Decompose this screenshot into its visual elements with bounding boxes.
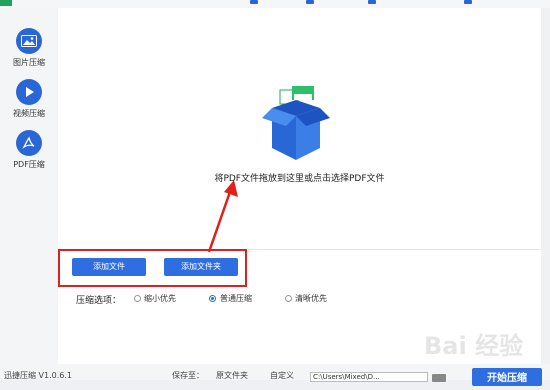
pdf-icon <box>16 130 42 156</box>
radio-smaller[interactable] <box>134 295 141 302</box>
sidebar-item-label: 视频压缩 <box>13 109 45 118</box>
save-to-label: 保存至： <box>172 371 204 380</box>
watermark: Bai 经验 <box>424 326 544 366</box>
radio-normal[interactable] <box>209 295 216 302</box>
save-path-input[interactable]: C:\Users\Mixed\D... <box>310 372 428 382</box>
top-tab-icon[interactable] <box>306 0 314 4</box>
annotation-arrow <box>207 180 238 253</box>
add-folder-button[interactable]: 添加文件夹 <box>164 258 238 276</box>
folder-icon[interactable] <box>432 374 446 382</box>
radio-clearer[interactable] <box>285 295 292 302</box>
version-text: 迅捷压缩 V1.0.6.1 <box>4 371 73 380</box>
radio-original-folder[interactable]: 原文件夹 <box>216 370 248 381</box>
compress-options-label: 压缩选项： <box>76 296 122 306</box>
title-bar <box>0 0 550 8</box>
sidebar-item-video[interactable]: 视频压缩 <box>0 79 58 119</box>
add-file-button[interactable]: 添加文件 <box>72 258 146 276</box>
image-icon <box>16 28 42 54</box>
start-compress-button[interactable]: 开始压缩 <box>472 368 542 386</box>
top-tab-icon[interactable] <box>464 0 472 4</box>
radio-label: 普通压缩 <box>220 294 252 303</box>
sidebar-item-pdf[interactable]: PDF压缩 <box>0 130 58 170</box>
app-logo <box>0 0 12 6</box>
play-icon <box>16 79 42 105</box>
sidebar-item-label: 图片压缩 <box>13 58 45 67</box>
right-scroll-edge <box>541 8 550 364</box>
sidebar: 图片压缩 视频压缩 PDF压缩 <box>0 8 58 364</box>
top-tab-icon[interactable] <box>250 0 258 4</box>
sidebar-item-label: PDF压缩 <box>13 160 45 169</box>
radio-custom-folder[interactable]: 自定义 <box>270 370 294 381</box>
radio-label: 缩小优先 <box>144 294 176 303</box>
radio-label: 清晰优先 <box>295 294 327 303</box>
watermark-text: Bai 经验 <box>424 332 524 360</box>
top-tab-icon[interactable] <box>368 0 376 4</box>
bottom-bar: 迅捷压缩 V1.0.6.1 保存至： 原文件夹 自定义 C:\Users\Mix… <box>0 364 550 386</box>
drop-area[interactable]: 将PDF文件拖放到这里或点击选择PDF文件 添加文件 添加文件夹 压缩选项： 缩… <box>58 8 541 364</box>
sidebar-item-image[interactable]: 图片压缩 <box>0 28 58 68</box>
